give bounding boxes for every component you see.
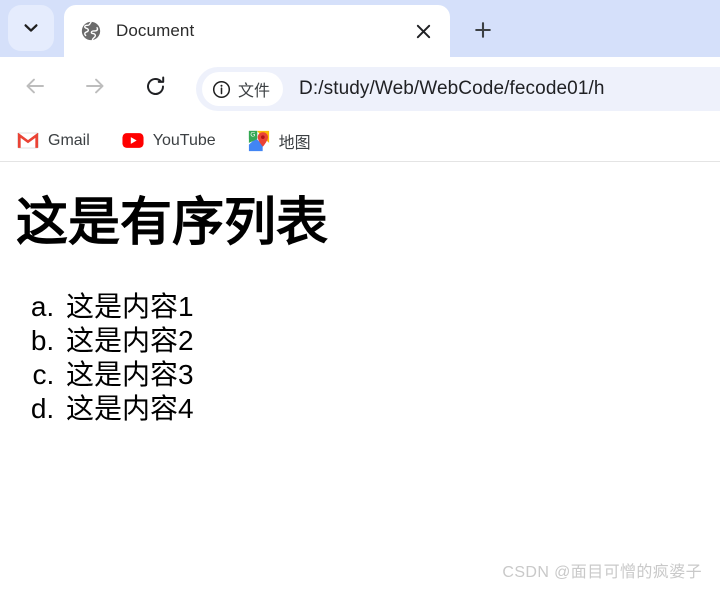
arrow-right-icon <box>82 73 108 104</box>
navigation-toolbar: 文件 D:/study/Web/WebCode/fecode01/h <box>0 57 720 120</box>
bookmark-label: YouTube <box>152 131 216 149</box>
gmail-icon <box>17 130 39 152</box>
tab-search-button[interactable] <box>8 5 54 51</box>
tab-title: Document <box>116 21 195 40</box>
google-maps-icon: G <box>248 130 270 152</box>
browser-tab[interactable]: Document <box>64 5 450 57</box>
back-button[interactable] <box>14 68 56 110</box>
info-circle-icon <box>212 80 231 99</box>
page-viewport: 这是有序列表 这是内容1 这是内容2 这是内容3 这是内容4 CSDN @面目可… <box>0 162 720 594</box>
bookmark-label: Gmail <box>48 131 90 149</box>
tab-strip: Document <box>0 0 720 57</box>
reload-button[interactable] <box>134 68 176 110</box>
url-text: D:/study/Web/WebCode/fecode01/h <box>299 78 605 99</box>
new-tab-button[interactable] <box>465 14 501 50</box>
page-heading: 这是有序列表 <box>16 194 329 252</box>
site-info-label: 文件 <box>238 83 271 100</box>
chevron-down-icon <box>21 18 41 38</box>
bookmark-label: 地图 <box>278 134 311 152</box>
forward-button[interactable] <box>74 68 116 110</box>
youtube-icon <box>122 130 144 152</box>
list-item: 这是内容3 <box>62 358 194 392</box>
bookmark-maps[interactable]: G 地图 <box>245 126 314 156</box>
address-bar[interactable]: 文件 D:/study/Web/WebCode/fecode01/h <box>196 67 720 111</box>
reload-icon <box>143 74 168 104</box>
bookmark-youtube[interactable]: YouTube <box>119 127 219 155</box>
plus-icon <box>473 20 493 45</box>
bookmarks-bar: Gmail YouTube G 地图 <box>0 120 720 162</box>
bookmark-gmail[interactable]: Gmail <box>14 127 93 155</box>
list-item: 这是内容2 <box>62 324 194 358</box>
watermark: CSDN @面目可憎的疯婆子 <box>502 564 702 581</box>
list-item: 这是内容4 <box>62 392 194 426</box>
browser-window: Document 文件 D:/study/Web/WebCode/fecode0… <box>0 0 720 595</box>
close-icon[interactable] <box>406 14 440 48</box>
list-item: 这是内容1 <box>62 290 194 324</box>
globe-icon <box>80 20 102 42</box>
site-info-chip[interactable]: 文件 <box>202 72 284 106</box>
svg-text:G: G <box>250 131 255 138</box>
ordered-list: 这是内容1 这是内容2 这是内容3 这是内容4 <box>12 290 194 426</box>
arrow-left-icon <box>22 73 48 104</box>
